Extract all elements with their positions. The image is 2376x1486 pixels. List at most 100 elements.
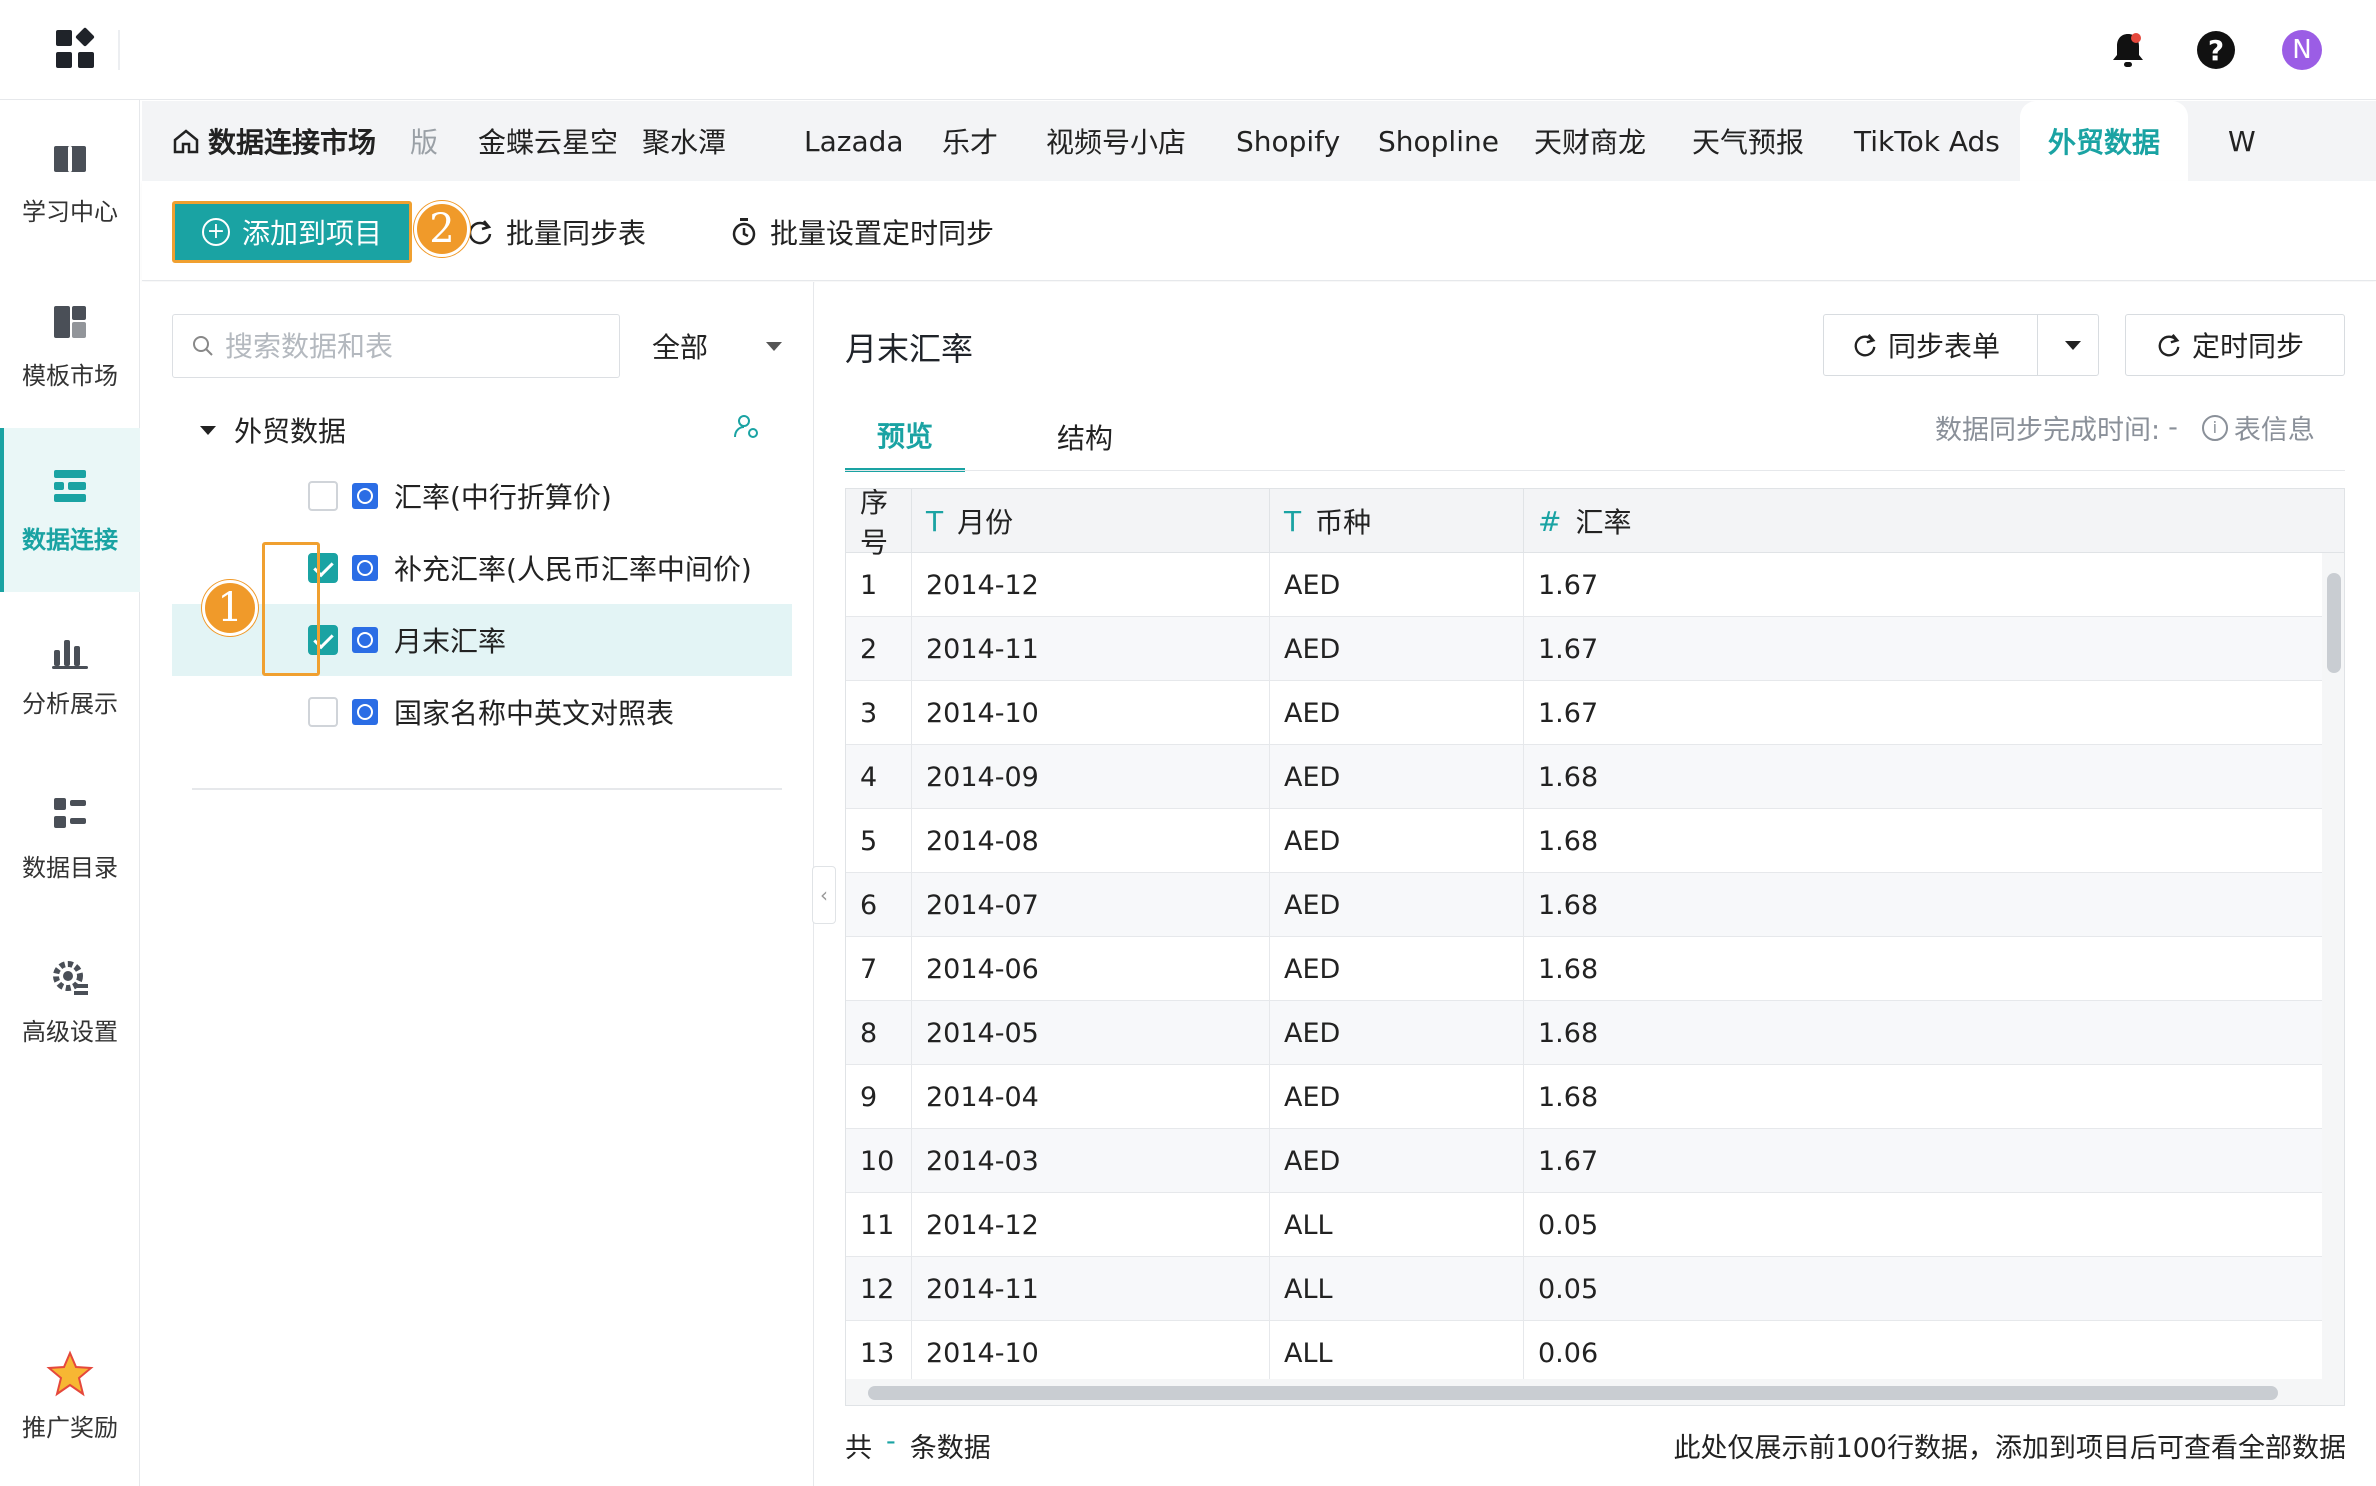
- tab-item[interactable]: 视频号小店: [1046, 101, 1186, 181]
- table-row[interactable]: 13 2014-10 ALL 0.06: [846, 1321, 2322, 1385]
- schedule-sync-button[interactable]: 定时同步: [2125, 314, 2345, 376]
- sidebar-item-settings[interactable]: 高级设置: [0, 920, 140, 1084]
- sidebar-item-catalog[interactable]: 数据目录: [0, 756, 140, 920]
- tab-home[interactable]: 数据连接市场: [172, 101, 376, 181]
- tree-item-checkbox[interactable]: [308, 697, 338, 727]
- tab-item[interactable]: Lazada: [804, 101, 904, 181]
- sidebar-item-analysis[interactable]: 分析展示: [0, 592, 140, 756]
- connector-tabs: 数据连接市场 版 金蝶云星空 聚水潭 Lazada 乐才 视频号小店 Shopi…: [142, 101, 2376, 181]
- tab-item[interactable]: TikTok Ads: [1854, 101, 2000, 181]
- tab-item[interactable]: 聚水潭: [642, 101, 726, 181]
- table-cell: 2014-04: [912, 1065, 1270, 1129]
- table-cell: 2014-08: [912, 809, 1270, 873]
- vertical-scrollbar[interactable]: [2322, 553, 2344, 1379]
- column-header[interactable]: # 汇率: [1524, 489, 2344, 553]
- sync-form-dropdown[interactable]: [2048, 315, 2098, 375]
- sidebar-item-learning[interactable]: 学习中心: [0, 100, 140, 264]
- sidebar-item-label: 学习中心: [22, 197, 118, 226]
- search-input[interactable]: [225, 329, 605, 363]
- table-row[interactable]: 4 2014-09 AED 1.68: [846, 745, 2322, 809]
- table-info-label: 表信息: [2233, 415, 2315, 446]
- sidebar-item-label: 数据目录: [22, 853, 118, 882]
- tab-item[interactable]: 版: [410, 101, 438, 181]
- add-to-project-label: 添加到项目: [241, 217, 382, 250]
- table-cell: AED: [1270, 873, 1524, 937]
- table-row[interactable]: 9 2014-04 AED 1.68: [846, 1065, 2322, 1129]
- column-header-label: 汇率: [1575, 506, 1632, 539]
- table-cell: 1.68: [1538, 953, 1599, 985]
- table-row[interactable]: 6 2014-07 AED 1.68: [846, 873, 2322, 937]
- table-row[interactable]: 3 2014-10 AED 1.67: [846, 681, 2322, 745]
- table-info-link[interactable]: i 表信息: [2201, 408, 2315, 447]
- tree-item-label: 月末汇率: [394, 625, 507, 658]
- step-badge-1: 1: [202, 580, 258, 636]
- collapse-panel-chevron-icon[interactable]: ‹: [812, 866, 836, 924]
- horizontal-scroll-thumb[interactable]: [868, 1386, 2278, 1400]
- tab-item[interactable]: W: [2228, 101, 2256, 181]
- data-connect-icon: [50, 466, 90, 506]
- column-header[interactable]: 序号: [846, 489, 912, 559]
- tab-item[interactable]: 乐才: [942, 101, 998, 181]
- table-row[interactable]: 12 2014-11 ALL 0.05: [846, 1257, 2322, 1321]
- table-row[interactable]: 11 2014-12 ALL 0.05: [846, 1193, 2322, 1257]
- table-cell: AED: [1270, 681, 1524, 745]
- tab-active[interactable]: 外贸数据: [2020, 101, 2189, 181]
- sidebar-item-data-connect[interactable]: 数据连接: [0, 428, 140, 592]
- tab-item[interactable]: 天财商龙: [1534, 101, 1646, 181]
- step-badge-2: 2: [414, 201, 470, 257]
- tab-item[interactable]: 天气预报: [1692, 101, 1804, 181]
- sidebar-item-label: 高级设置: [22, 1017, 118, 1046]
- filter-select[interactable]: 全部: [642, 314, 792, 378]
- batch-sync-button[interactable]: 批量同步表: [466, 201, 646, 263]
- tree-item-checkbox[interactable]: [308, 481, 338, 511]
- column-header[interactable]: T 币种: [1270, 489, 1524, 553]
- help-icon[interactable]: ?: [2194, 28, 2238, 72]
- batch-schedule-button[interactable]: 批量设置定时同步: [730, 201, 994, 263]
- expand-caret-icon[interactable]: [200, 425, 216, 435]
- batch-schedule-label: 批量设置定时同步: [770, 217, 995, 250]
- tab-item[interactable]: 金蝶云星空: [478, 101, 618, 181]
- tab-structure[interactable]: 结构: [1025, 402, 1145, 472]
- table-row[interactable]: 10 2014-03 AED 1.67: [846, 1129, 2322, 1193]
- column-header[interactable]: T 月份: [912, 489, 1270, 553]
- caret-down-icon: [2065, 340, 2081, 350]
- table-cell: AED: [1270, 1065, 1524, 1129]
- table-row[interactable]: 5 2014-08 AED 1.68: [846, 809, 2322, 873]
- apps-grid-icon[interactable]: [56, 27, 96, 70]
- table-cell: 5: [846, 809, 912, 873]
- avatar[interactable]: N: [2280, 28, 2324, 72]
- tab-item[interactable]: Shopify: [1236, 101, 1340, 181]
- table-cell: ALL: [1270, 1193, 1524, 1257]
- table-cell: 1.68: [1538, 825, 1599, 857]
- table-row[interactable]: 7 2014-06 AED 1.68: [846, 937, 2322, 1001]
- table-row[interactable]: 8 2014-05 AED 1.68: [846, 1001, 2322, 1065]
- refresh-icon: [468, 220, 492, 245]
- tree-item-label: 补充汇率(人民币汇率中间价): [394, 553, 752, 586]
- tree-item[interactable]: 汇率(中行折算价): [172, 460, 792, 532]
- tab-preview[interactable]: 预览: [845, 402, 965, 472]
- add-to-project-button[interactable]: + 添加到项目: [172, 201, 412, 263]
- sync-form-button[interactable]: 同步表单: [1824, 315, 2038, 375]
- table-row[interactable]: 2 2014-11 AED 1.67: [846, 617, 2322, 681]
- sidebar-item-templates[interactable]: 模板市场: [0, 264, 140, 428]
- star-icon: [46, 1349, 94, 1396]
- table-cell: 2014-10: [912, 681, 1270, 745]
- row-count: 共 - 条数据: [845, 1426, 991, 1465]
- tree-item[interactable]: 国家名称中英文对照表: [172, 676, 792, 748]
- number-type-icon: #: [1538, 504, 1562, 538]
- tree-root[interactable]: 外贸数据: [200, 410, 346, 450]
- vertical-scroll-thumb[interactable]: [2327, 573, 2341, 673]
- sidebar-item-label: 分析展示: [22, 689, 118, 718]
- bell-icon[interactable]: [2106, 28, 2150, 72]
- user-settings-icon[interactable]: [732, 412, 762, 442]
- table-cell: 6: [846, 873, 912, 937]
- table-row[interactable]: 1 2014-12 AED 1.67: [846, 553, 2322, 617]
- sidebar-item-rewards[interactable]: 推广奖励: [0, 1316, 140, 1480]
- toolbar: + 添加到项目 2 批量同步表 批量设置定时同步: [142, 181, 2376, 281]
- search-box[interactable]: [172, 314, 620, 378]
- sync-time-value: -: [2168, 412, 2178, 443]
- horizontal-scrollbar[interactable]: [846, 1379, 2344, 1405]
- tree-item-label: 国家名称中英文对照表: [394, 697, 675, 730]
- tab-item[interactable]: Shopline: [1378, 101, 1499, 181]
- filter-label: 全部: [652, 331, 709, 364]
